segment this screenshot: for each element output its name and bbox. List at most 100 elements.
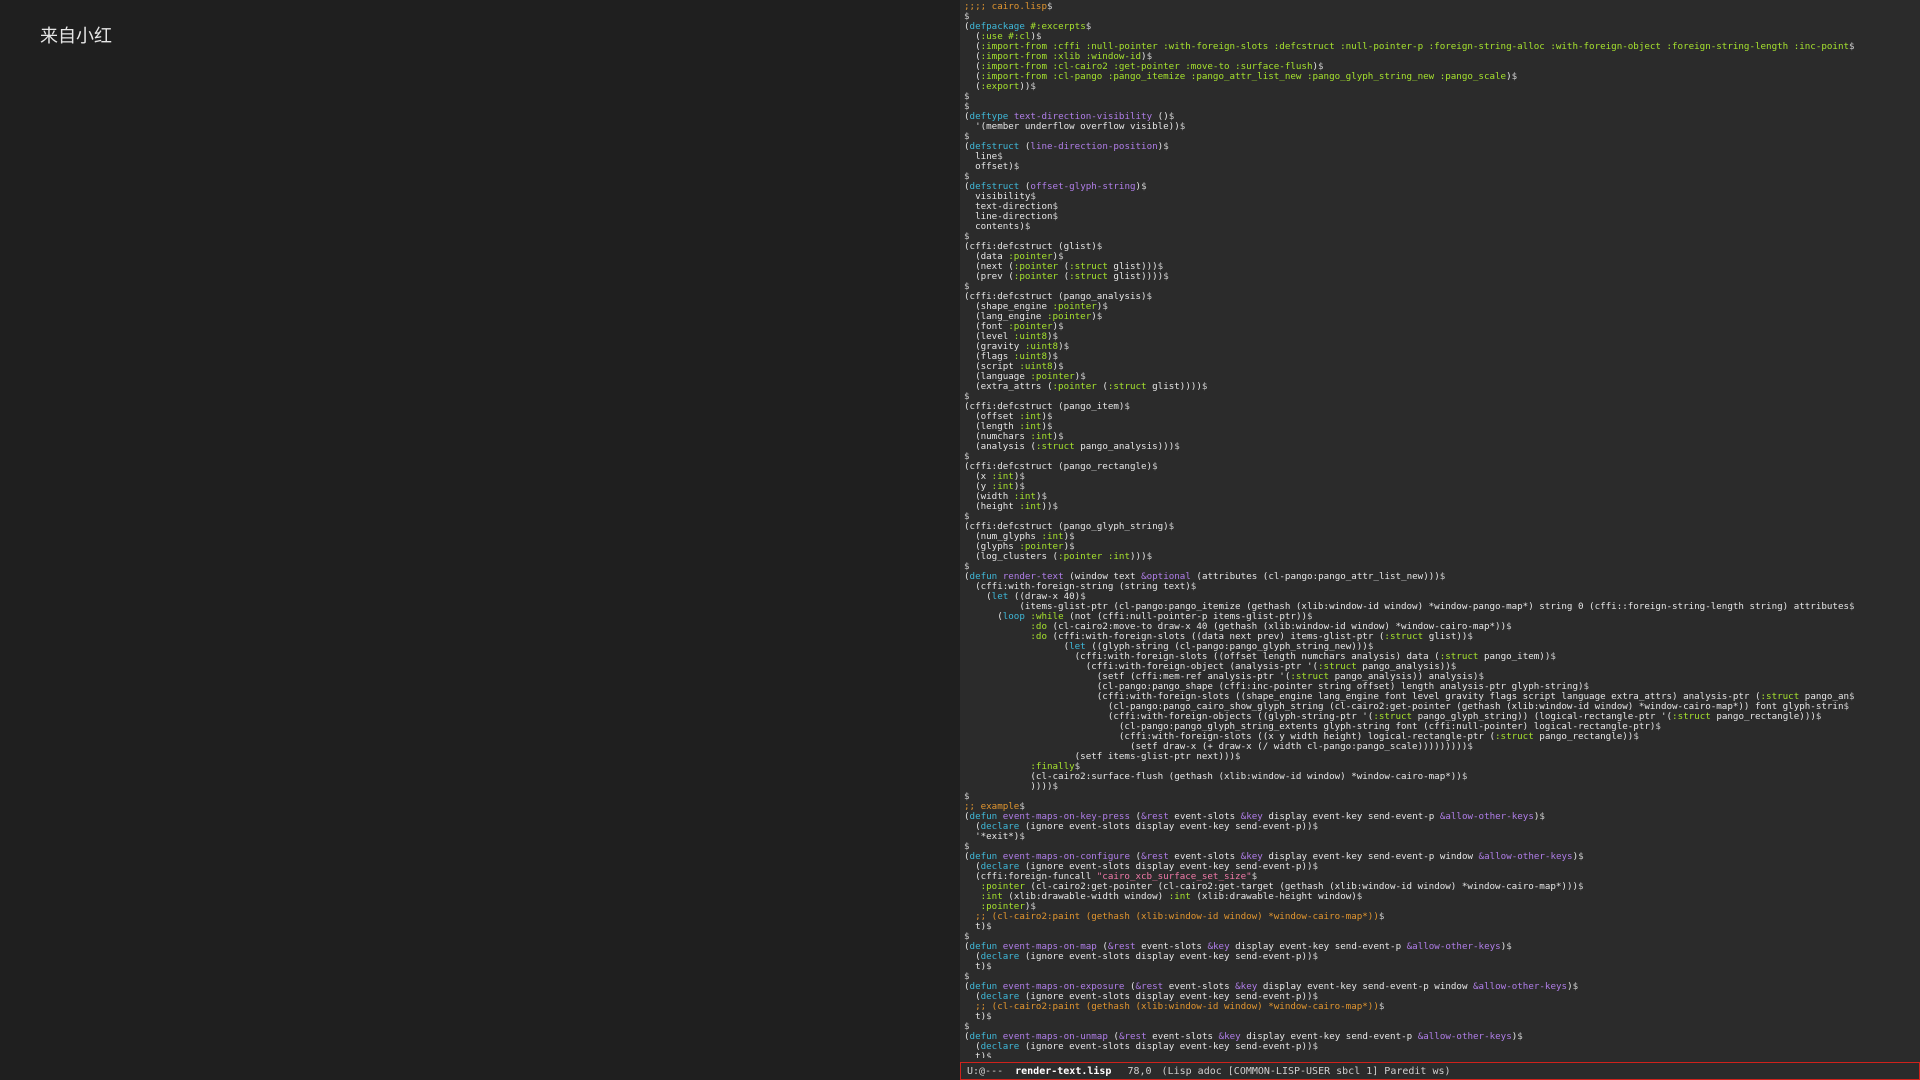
end-of-line-marker: $: [1163, 141, 1169, 152]
code-line[interactable]: $: [964, 92, 1920, 102]
code-line[interactable]: visibility$: [964, 192, 1920, 202]
code-line[interactable]: ;; (cl-cairo2:paint (gethash (xlib:windo…: [964, 1002, 1920, 1012]
code-line[interactable]: (defstruct (offset-glyph-string)$: [964, 182, 1920, 192]
code-line[interactable]: (declare (ignore event-slots display eve…: [964, 952, 1920, 962]
end-of-line-marker: $: [1461, 771, 1468, 782]
code-line[interactable]: (analysis (:struct pango_analysis)))$: [964, 442, 1920, 452]
code-token: :struct: [1384, 631, 1424, 642]
code-token: :export: [980, 81, 1020, 92]
code-token: offset): [964, 161, 1014, 172]
code-token: (log_clusters (: [964, 551, 1059, 562]
code-line[interactable]: t)$: [964, 1012, 1920, 1022]
code-token: &allow-other-keys: [1473, 981, 1568, 992]
code-line[interactable]: (:import-from :cl-pango :pango_itemize :…: [964, 72, 1920, 82]
end-of-line-marker: $: [1312, 1041, 1319, 1052]
end-of-line-marker: $: [1052, 781, 1059, 792]
code-token: (: [1096, 381, 1108, 392]
end-of-line-marker: $: [1046, 2, 1053, 12]
code-line[interactable]: (num_glyphs :int)$: [964, 532, 1920, 542]
code-line[interactable]: :int (xlib:drawable-width window) :int (…: [964, 892, 1920, 902]
code-line[interactable]: (gravity :uint8)$: [964, 342, 1920, 352]
end-of-line-marker: $: [1052, 501, 1059, 512]
code-line[interactable]: (cl-cairo2:surface-flush (gethash (xlib:…: [964, 772, 1920, 782]
code-line[interactable]: (height :int))$: [964, 502, 1920, 512]
code-line[interactable]: (lang_engine :pointer)$: [964, 312, 1920, 322]
code-line[interactable]: (cffi:with-foreign-string (string text)$: [964, 582, 1920, 592]
end-of-line-marker: $: [986, 1051, 992, 1059]
code-line[interactable]: (cffi:defcstruct (pango_glyph_string)$: [964, 522, 1920, 532]
code-line[interactable]: (flags :uint8)$: [964, 352, 1920, 362]
code-token: (: [1019, 141, 1031, 152]
code-line[interactable]: t)$: [964, 922, 1920, 932]
code-token: t): [964, 1051, 987, 1059]
code-line[interactable]: (font :pointer)$: [964, 322, 1920, 332]
code-line[interactable]: (:export))$: [964, 82, 1920, 92]
code-line[interactable]: $: [964, 12, 1920, 22]
code-line[interactable]: offset)$: [964, 162, 1920, 172]
code-token: :int: [1168, 891, 1191, 902]
end-of-line-marker: $: [1378, 1001, 1385, 1012]
code-line[interactable]: t)$: [964, 1051, 1920, 1059]
end-of-line-marker: $: [1467, 741, 1473, 752]
code-line[interactable]: (extra_attrs (:pointer (:struct glist)))…: [964, 382, 1920, 392]
code-token: &allow-other-keys: [1478, 851, 1573, 862]
major-minor-modes[interactable]: (Lisp adoc [COMMON-LISP-USER sbcl 1] Par…: [1162, 1066, 1451, 1077]
code-token: ;; (cl-cairo2:paint (gethash (xlib:windo…: [975, 1001, 1379, 1012]
code-token: :struct: [1672, 711, 1711, 722]
end-of-line-marker: $: [1312, 821, 1319, 832]
code-line[interactable]: (shape_engine :pointer)$: [964, 302, 1920, 312]
code-buffer[interactable]: ;;;; cairo.lisp$ $ (defpackage #:excerpts$…: [964, 2, 1920, 1058]
code-line[interactable]: (log_clusters (:pointer :int)))$: [964, 552, 1920, 562]
code-line[interactable]: (width :int)$: [964, 492, 1920, 502]
code-token: :struct: [1069, 271, 1108, 282]
code-token: pango_item)): [1478, 651, 1551, 662]
code-token: :pointer: [1058, 551, 1103, 562]
code-line[interactable]: (defstruct (line-direction-position)$: [964, 142, 1920, 152]
end-of-line-marker: $: [1124, 401, 1130, 412]
code-line[interactable]: ))))$: [964, 782, 1920, 792]
emacs-editor-window[interactable]: ;;;; cairo.lisp$ $ (defpackage #:excerpts$…: [960, 0, 1920, 1080]
code-token: glist)): [1423, 631, 1468, 642]
code-line[interactable]: (declare (ignore event-slots display eve…: [964, 822, 1920, 832]
code-line[interactable]: line$: [964, 152, 1920, 162]
code-line[interactable]: (prev (:pointer (:struct glist))))$: [964, 272, 1920, 282]
code-line[interactable]: '(member underflow overflow visible))$: [964, 122, 1920, 132]
code-line[interactable]: (x :int)$: [964, 472, 1920, 482]
end-of-line-marker: $: [1201, 381, 1208, 392]
code-line[interactable]: (declare (ignore event-slots display eve…: [964, 1042, 1920, 1052]
end-of-line-marker: $: [1467, 631, 1473, 642]
code-token: :import-from :cl-pango :pango_itemize :p…: [980, 71, 1507, 82]
code-line[interactable]: (cffi:defcstruct (pango_item)$: [964, 402, 1920, 412]
end-of-line-marker: $: [1439, 571, 1446, 582]
end-of-line-marker: $: [1146, 551, 1153, 562]
code-line[interactable]: $: [964, 792, 1920, 802]
end-of-line-marker: $: [1096, 311, 1103, 322]
code-token: :struct: [1495, 731, 1534, 742]
code-line[interactable]: t)$: [964, 962, 1920, 972]
code-token: :int: [1019, 501, 1042, 512]
code-line[interactable]: line-direction$: [964, 212, 1920, 222]
end-of-line-marker: $: [1517, 1031, 1523, 1042]
end-of-line-marker: $: [1578, 881, 1584, 892]
code-line[interactable]: ;;;; cairo.lisp$: [964, 2, 1920, 12]
buffer-filename[interactable]: render-text.lisp: [1015, 1066, 1111, 1077]
code-token: offset-glyph-string: [1030, 181, 1136, 192]
code-line[interactable]: (cffi:defcstruct (glist)$: [964, 242, 1920, 252]
end-of-line-marker: $: [1063, 341, 1070, 352]
code-line[interactable]: (script :uint8)$: [964, 362, 1920, 372]
code-token: :int: [1107, 551, 1130, 562]
code-line[interactable]: (level :uint8)$: [964, 332, 1920, 342]
code-line[interactable]: contents)$: [964, 222, 1920, 232]
code-line[interactable]: (defpackage #:excerpts$: [964, 22, 1920, 32]
code-line[interactable]: (offset :int)$: [964, 412, 1920, 422]
code-line[interactable]: (y :int)$: [964, 482, 1920, 492]
code-line[interactable]: '*exit*)$: [964, 832, 1920, 842]
code-line[interactable]: $: [964, 232, 1920, 242]
code-line[interactable]: (length :int)$: [964, 422, 1920, 432]
code-line[interactable]: (cffi:defcstruct (pango_rectangle)$: [964, 462, 1920, 472]
end-of-line-marker: $: [1633, 731, 1639, 742]
code-line[interactable]: text-direction$: [964, 202, 1920, 212]
code-line[interactable]: ;; (cl-cairo2:paint (gethash (xlib:windo…: [964, 912, 1920, 922]
code-line[interactable]: (setf items-glist-ptr next)))$: [964, 752, 1920, 762]
left-panel-label: 来自小红: [40, 26, 112, 47]
